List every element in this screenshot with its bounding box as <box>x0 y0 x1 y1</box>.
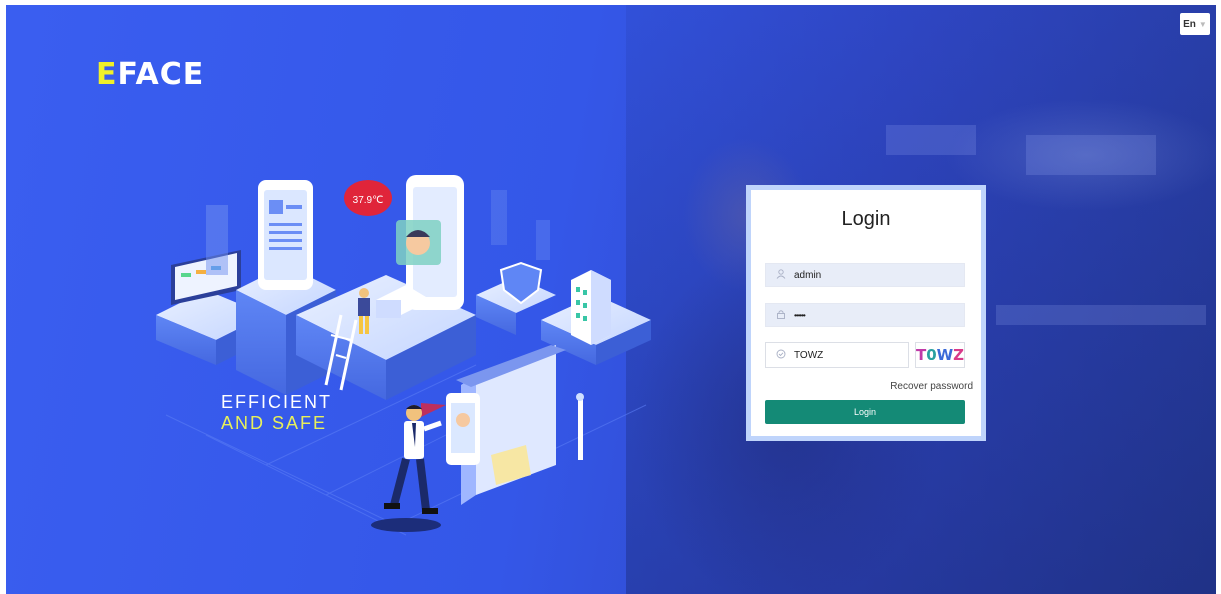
captcha-value: TOWZ <box>794 349 824 361</box>
captcha-input[interactable]: TOWZ <box>765 342 909 368</box>
temperature-bubble: 37.9℃ <box>344 180 392 216</box>
chevron-down-icon: ▼ <box>1198 19 1207 29</box>
isometric-illustration: 37.9℃ <box>156 175 651 536</box>
password-value: •••••• <box>794 310 806 320</box>
language-selector[interactable]: En ▼ <box>1180 13 1210 35</box>
captcha-image[interactable]: T0WZ <box>915 342 965 368</box>
walking-man-figure <box>371 405 442 532</box>
background-decor <box>1026 135 1156 175</box>
captcha-char: W <box>936 346 954 364</box>
tablet-icon <box>258 180 313 290</box>
background-decor <box>886 125 976 155</box>
login-card-frame: Login admin •••••• TOWZ T0WZ Recover pas… <box>746 185 986 441</box>
background-decor <box>996 305 1206 325</box>
login-title: Login <box>841 208 891 230</box>
login-button[interactable]: Login <box>765 400 965 424</box>
captcha-char: 0 <box>926 346 937 364</box>
lock-icon <box>774 309 788 322</box>
slogan-line-2: AND SAFE <box>221 413 328 433</box>
temperature-value: 37.9℃ <box>353 195 384 206</box>
user-icon <box>774 268 788 282</box>
login-page-background: EFACE En ▼ 37.9℃ EFFICIENT AND SAFE Logi… <box>6 5 1216 594</box>
slogan-line-1: EFFICIENT <box>221 392 332 412</box>
building-icon <box>571 270 611 345</box>
captcha-char: Z <box>953 346 965 364</box>
recover-password-link[interactable]: Recover password <box>890 381 973 392</box>
username-value: admin <box>794 269 822 281</box>
username-field[interactable]: admin <box>765 263 965 287</box>
language-label: En <box>1183 18 1196 30</box>
login-card: Login admin •••••• TOWZ T0WZ Recover pas… <box>751 190 981 436</box>
captcha-char: T <box>915 346 927 364</box>
shield-check-icon <box>774 349 788 362</box>
password-field[interactable]: •••••• <box>765 303 965 327</box>
brand-logo: EFACE <box>96 57 205 92</box>
